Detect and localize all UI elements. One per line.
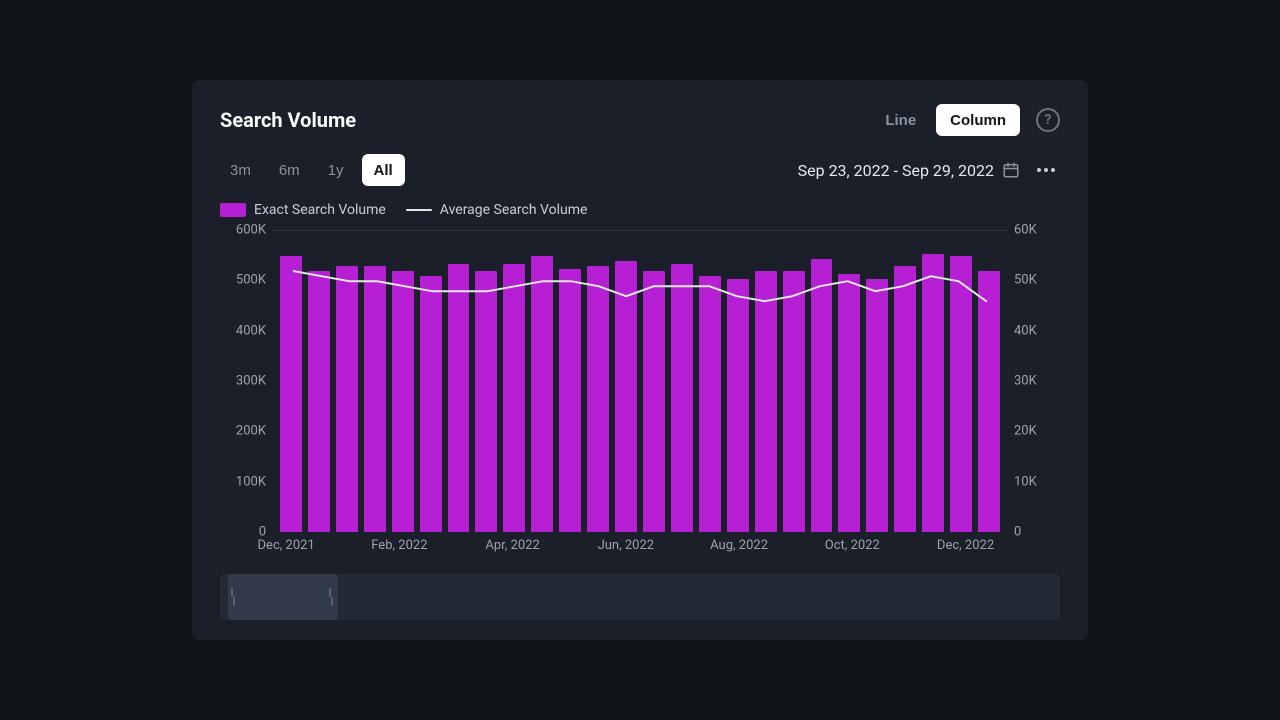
chart-bar[interactable]: [336, 266, 358, 532]
y-left-tick: 400K: [236, 323, 266, 338]
help-icon[interactable]: ?: [1036, 108, 1060, 132]
chart-bar[interactable]: [615, 261, 637, 532]
chart-type-line-button[interactable]: Line: [871, 104, 930, 136]
x-axis-tick: Feb, 2022: [371, 538, 427, 553]
chart-bar[interactable]: [420, 276, 442, 532]
y-left-tick: 500K: [236, 273, 266, 288]
date-range-picker[interactable]: Sep 23, 2022 - Sep 29, 2022: [798, 161, 1020, 180]
chart-bar[interactable]: [950, 256, 972, 532]
chart-type-toggle: Line Column ?: [871, 104, 1060, 136]
chart-bar[interactable]: [559, 269, 581, 532]
range-3m-button[interactable]: 3m: [220, 154, 261, 186]
more-menu-button[interactable]: [1032, 156, 1060, 184]
chart-type-column-button[interactable]: Column: [936, 104, 1020, 136]
x-axis-tick: Aug, 2022: [710, 538, 768, 553]
chart-bar[interactable]: [475, 271, 497, 532]
x-axis-tick: Dec, 2021: [258, 538, 315, 553]
scrubber-handle-right[interactable]: [329, 588, 335, 606]
chart-bar[interactable]: [448, 264, 470, 532]
y-axis-left: 600K500K400K300K200K100K0: [220, 230, 266, 532]
chart-bar[interactable]: [643, 271, 665, 532]
chart-bar[interactable]: [308, 271, 330, 532]
y-right-tick: 60K: [1014, 223, 1037, 238]
chart-bar[interactable]: [531, 256, 553, 532]
range-all-button[interactable]: All: [362, 154, 405, 186]
search-volume-card: Search Volume Line Column ? 3m 6m 1y All…: [192, 80, 1088, 640]
chart-bar[interactable]: [392, 271, 414, 532]
chart-bar[interactable]: [978, 271, 1000, 532]
x-axis-tick: Apr, 2022: [485, 538, 539, 553]
toolbar: 3m 6m 1y All Sep 23, 2022 - Sep 29, 2022: [220, 154, 1060, 186]
range-6m-button[interactable]: 6m: [269, 154, 310, 186]
chart-legend: Exact Search Volume Average Search Volum…: [220, 202, 1060, 218]
time-range-tabs: 3m 6m 1y All: [220, 154, 405, 186]
chart-bar[interactable]: [922, 254, 944, 532]
chart-bar[interactable]: [280, 256, 302, 532]
chart-bar[interactable]: [894, 266, 916, 532]
y-right-tick: 0: [1014, 525, 1021, 540]
chart-bar[interactable]: [587, 266, 609, 532]
y-left-tick: 600K: [236, 223, 266, 238]
y-right-tick: 20K: [1014, 424, 1037, 439]
legend-line: Average Search Volume: [406, 202, 588, 218]
y-left-tick: 100K: [236, 474, 266, 489]
chart-bar[interactable]: [866, 279, 888, 532]
x-axis: Dec, 2021Feb, 2022Apr, 2022Jun, 2022Aug,…: [272, 538, 1008, 558]
chart-bar[interactable]: [727, 279, 749, 532]
chart-bar[interactable]: [503, 264, 525, 532]
range-1y-button[interactable]: 1y: [318, 154, 354, 186]
chart-bar[interactable]: [671, 264, 693, 532]
y-right-tick: 10K: [1014, 474, 1037, 489]
chart-bar[interactable]: [811, 259, 833, 532]
x-axis-tick: Dec, 2022: [937, 538, 994, 553]
chart-area: 600K500K400K300K200K100K0 60K50K40K30K20…: [220, 230, 1060, 558]
y-right-tick: 40K: [1014, 323, 1037, 338]
x-axis-tick: Oct, 2022: [825, 538, 880, 553]
x-axis-tick: Jun, 2022: [598, 538, 655, 553]
time-scrubber[interactable]: [220, 574, 1060, 620]
legend-line-swatch: [406, 209, 432, 211]
y-left-tick: 300K: [236, 374, 266, 389]
card-header: Search Volume Line Column ?: [220, 104, 1060, 136]
scrubber-handle-left[interactable]: [231, 588, 237, 606]
y-right-tick: 30K: [1014, 374, 1037, 389]
chart-bar[interactable]: [783, 271, 805, 532]
chart-bar[interactable]: [699, 276, 721, 532]
scrubber-window[interactable]: [228, 574, 338, 620]
legend-line-label: Average Search Volume: [440, 202, 588, 218]
calendar-icon: [1002, 161, 1020, 179]
y-right-tick: 50K: [1014, 273, 1037, 288]
toolbar-right: Sep 23, 2022 - Sep 29, 2022: [798, 156, 1060, 184]
y-axis-right: 60K50K40K30K20K10K0: [1014, 230, 1060, 532]
card-title: Search Volume: [220, 108, 356, 132]
chart-plot[interactable]: [272, 230, 1008, 532]
legend-bar-swatch: [220, 203, 246, 217]
date-range-label: Sep 23, 2022 - Sep 29, 2022: [798, 161, 994, 180]
chart-bar[interactable]: [364, 266, 386, 532]
legend-bar: Exact Search Volume: [220, 202, 386, 218]
chart-bar[interactable]: [755, 271, 777, 532]
y-left-tick: 200K: [236, 424, 266, 439]
legend-bar-label: Exact Search Volume: [254, 202, 386, 218]
chart-bar[interactable]: [838, 274, 860, 532]
